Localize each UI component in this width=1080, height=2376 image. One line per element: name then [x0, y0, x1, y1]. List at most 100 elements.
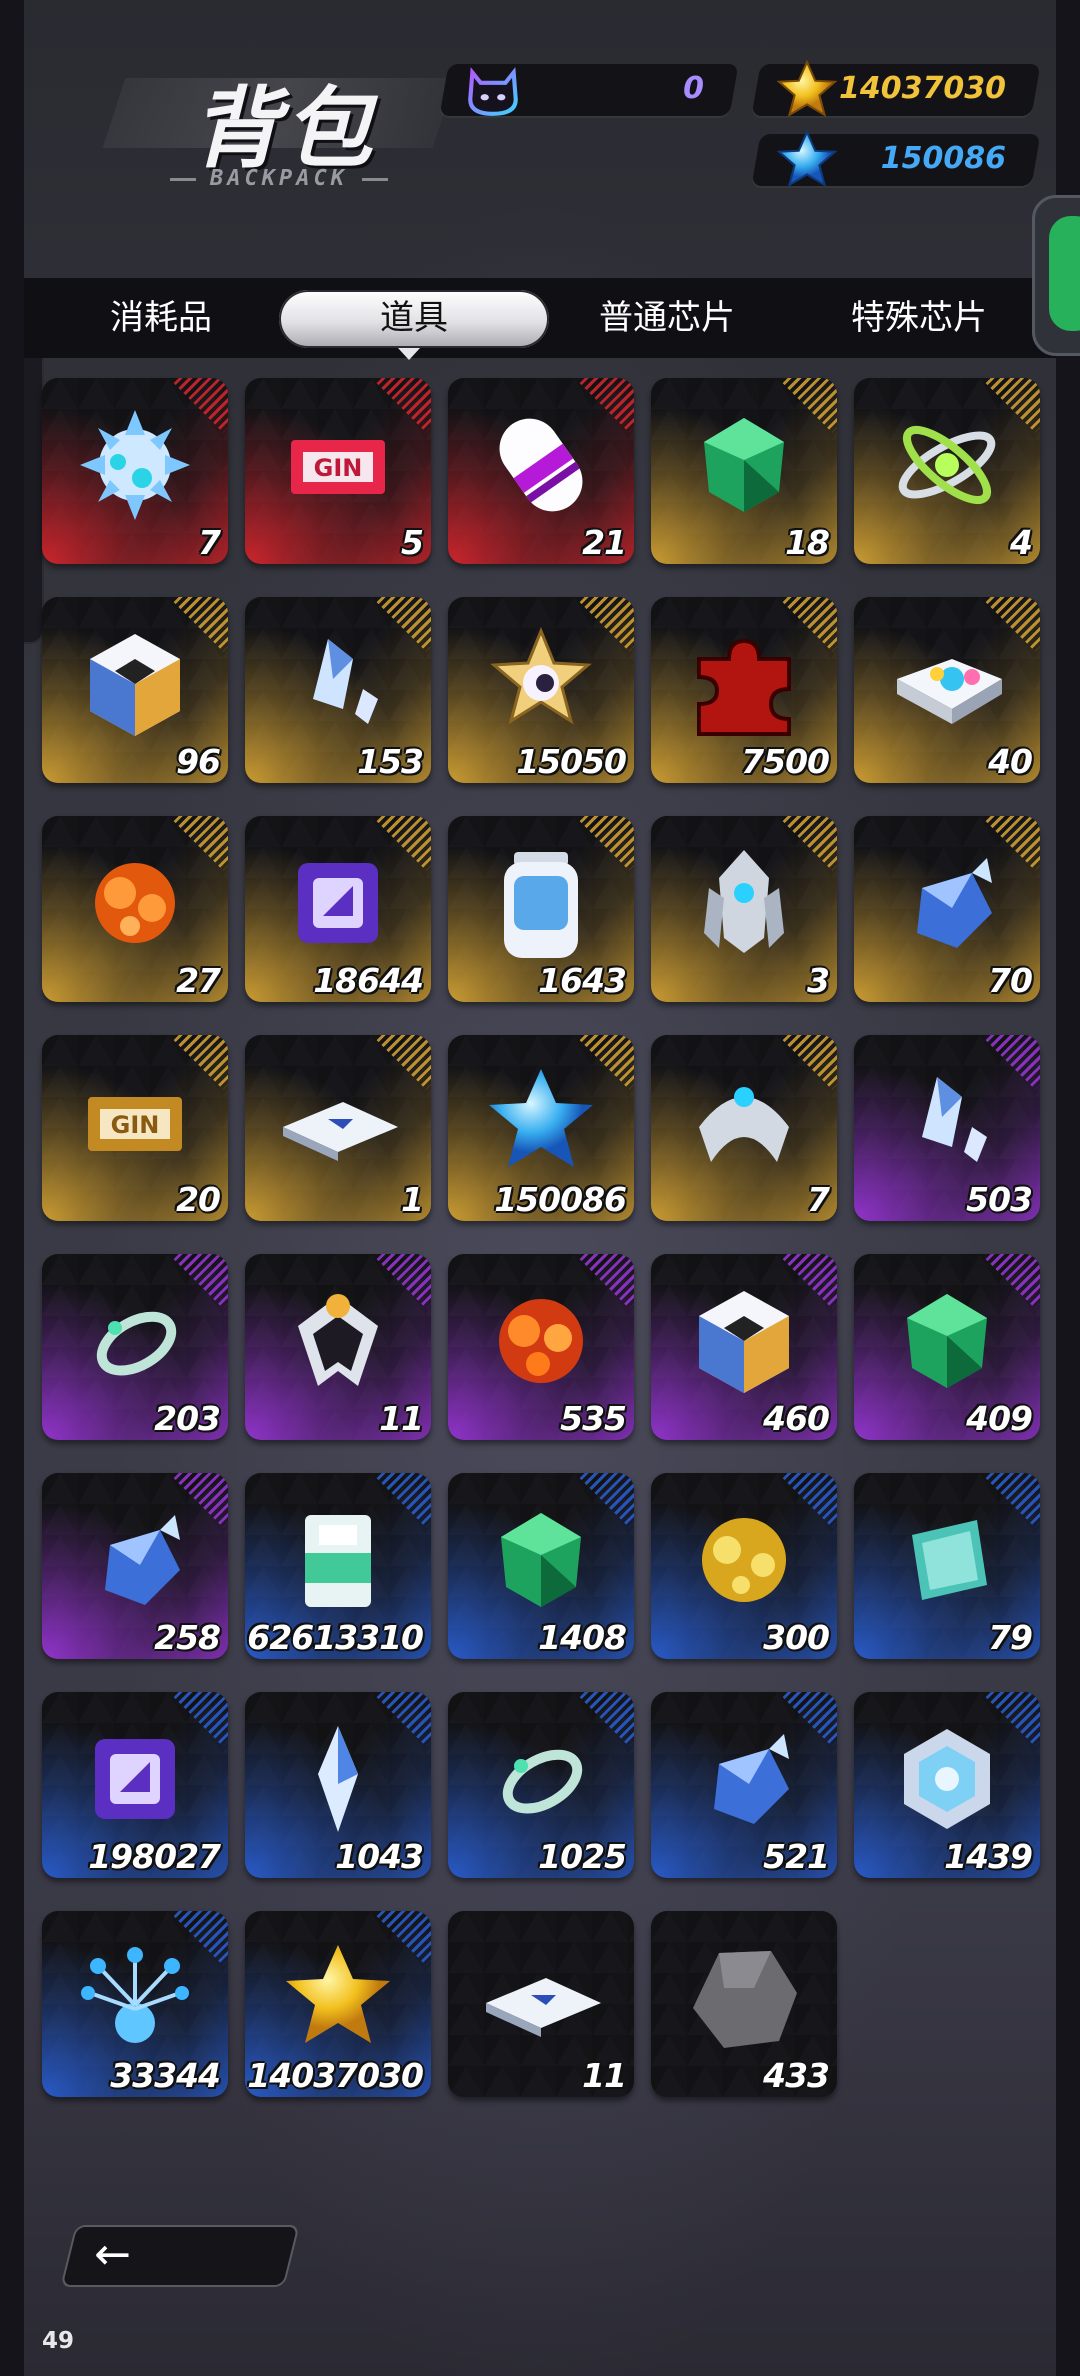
chip-icon [95, 1739, 175, 1819]
inventory-item[interactable]: 11 [448, 1911, 634, 2097]
item-quantity: 503 [966, 1180, 1033, 1219]
item-quantity: 203 [154, 1399, 221, 1438]
item-quantity: 433 [763, 2056, 830, 2095]
fps-counter: 49 [42, 2328, 75, 2354]
crystal-shards-icon [922, 1077, 987, 1162]
item-quantity: 4 [1010, 523, 1033, 562]
item-quantity: 18 [785, 523, 830, 562]
spiked-gold-orb-icon [702, 1518, 786, 1602]
inventory-item[interactable]: 1043 [245, 1692, 431, 1878]
item-quantity: 70 [988, 961, 1033, 1000]
inventory-item[interactable]: 203 [42, 1254, 228, 1440]
tab-normal-chips[interactable]: 普通芯片 [552, 278, 782, 358]
inventory-item[interactable]: 409 [854, 1254, 1040, 1440]
gold-film-ticket-icon: GIN [88, 1097, 182, 1151]
item-quantity: 20 [176, 1180, 221, 1219]
currency-gold[interactable]: 14037030 [751, 59, 1041, 117]
item-quantity: 1025 [538, 1837, 627, 1876]
tab-consumables[interactable]: 消耗品 [46, 278, 276, 358]
item-quantity: 5 [401, 523, 424, 562]
item-quantity: 300 [763, 1618, 830, 1657]
spiked-orange-orb-icon [95, 863, 175, 943]
green-gem-icon [704, 418, 784, 512]
inventory-item[interactable]: 18 [651, 378, 837, 564]
currency-cat[interactable]: 0 [439, 64, 739, 116]
inventory-item[interactable]: 4 [854, 378, 1040, 564]
capsule-icon [499, 418, 583, 512]
inventory-item[interactable]: 1408 [448, 1473, 634, 1659]
inventory-item[interactable]: 433 [651, 1911, 837, 2097]
inventory-item[interactable]: 79 [854, 1473, 1040, 1659]
inventory-item[interactable]: 33344 [42, 1911, 228, 2097]
blue-star-icon [776, 129, 838, 187]
inventory-item[interactable]: 18644 [245, 816, 431, 1002]
inventory-item[interactable]: 1025 [448, 1692, 634, 1878]
inventory-item[interactable]: 15050 [448, 597, 634, 783]
inventory-item[interactable]: 40 [854, 597, 1040, 783]
item-quantity: 11 [379, 1399, 424, 1438]
inventory-item[interactable]: 503 [854, 1035, 1040, 1221]
paint-book-icon [897, 659, 1002, 724]
blue-star-icon [489, 1069, 593, 1167]
inventory-item[interactable]: 460 [651, 1254, 837, 1440]
svg-text:GIN: GIN [111, 1111, 160, 1139]
chip-icon [298, 863, 378, 943]
inventory-item[interactable]: 70 [854, 816, 1040, 1002]
atom-ring-icon [898, 426, 996, 504]
inventory-item[interactable]: 27 [42, 816, 228, 1002]
currency-blue[interactable]: 150086 [751, 129, 1041, 187]
inventory-item[interactable]: 300 [651, 1473, 837, 1659]
inventory-item[interactable]: 14037030 [245, 1911, 431, 2097]
back-button[interactable]: ← [60, 2225, 300, 2287]
blue-crystal-cluster-icon [105, 1515, 180, 1605]
ring-icon [502, 1749, 583, 1814]
inventory-item[interactable]: 7500 [651, 597, 837, 783]
inventory-item[interactable]: 150086 [448, 1035, 634, 1221]
inventory-item[interactable]: 258 [42, 1473, 228, 1659]
glass-cube-icon [305, 1515, 371, 1607]
inventory-item[interactable]: 3 [651, 816, 837, 1002]
item-quantity: 27 [176, 961, 221, 1000]
item-quantity: 1 [401, 1180, 424, 1219]
currency-gold-value: 14037030 [839, 71, 1006, 106]
inventory-item[interactable]: 1643 [448, 816, 634, 1002]
hex-crystal-icon [904, 1729, 990, 1829]
inventory-item[interactable]: 7 [42, 378, 228, 564]
side-float-button[interactable] [1032, 195, 1080, 356]
inventory-item[interactable]: 198027 [42, 1692, 228, 1878]
item-quantity: 521 [763, 1837, 830, 1876]
item-quantity: 14037030 [247, 2056, 424, 2095]
inventory-item[interactable]: 521 [651, 1692, 837, 1878]
item-quantity: 15050 [516, 742, 627, 781]
inventory-item[interactable]: 153 [245, 597, 431, 783]
item-quantity: 18644 [313, 961, 424, 1000]
item-quantity: 7500 [741, 742, 830, 781]
prism-cube-icon [699, 1291, 789, 1393]
item-quantity: 7 [807, 1180, 830, 1219]
tab-special-chips[interactable]: 特殊芯片 [804, 278, 1034, 358]
item-quantity: 150086 [494, 1180, 627, 1219]
battery-bottle-icon [504, 852, 578, 958]
green-gem-icon [907, 1294, 987, 1388]
item-quantity: 21 [582, 523, 627, 562]
blue-crystal-cluster-icon [917, 858, 992, 948]
arrow-left-icon: ← [94, 2229, 132, 2280]
page-subtitle: BACKPACK [114, 166, 444, 191]
inventory-item[interactable]: 62613310 [245, 1473, 431, 1659]
item-quantity: 1043 [335, 1837, 424, 1876]
ring-icon [96, 1311, 177, 1376]
inventory-item[interactable]: 1 [245, 1035, 431, 1221]
inventory-item[interactable]: 11 [245, 1254, 431, 1440]
tab-props[interactable]: 道具 [299, 278, 529, 358]
inventory-item[interactable]: 1439 [854, 1692, 1040, 1878]
inventory-item[interactable]: 21 [448, 378, 634, 564]
inventory-item[interactable]: 96 [42, 597, 228, 783]
inventory-item[interactable]: GIN 20 [42, 1035, 228, 1221]
inventory-item[interactable]: 535 [448, 1254, 634, 1440]
item-quantity: 79 [988, 1618, 1033, 1657]
inventory-item[interactable]: GIN 5 [245, 378, 431, 564]
item-quantity: 1439 [944, 1837, 1033, 1876]
inventory-item[interactable]: 7 [651, 1035, 837, 1221]
crystal-shard-icon [318, 1726, 358, 1832]
item-quantity: 153 [357, 742, 424, 781]
